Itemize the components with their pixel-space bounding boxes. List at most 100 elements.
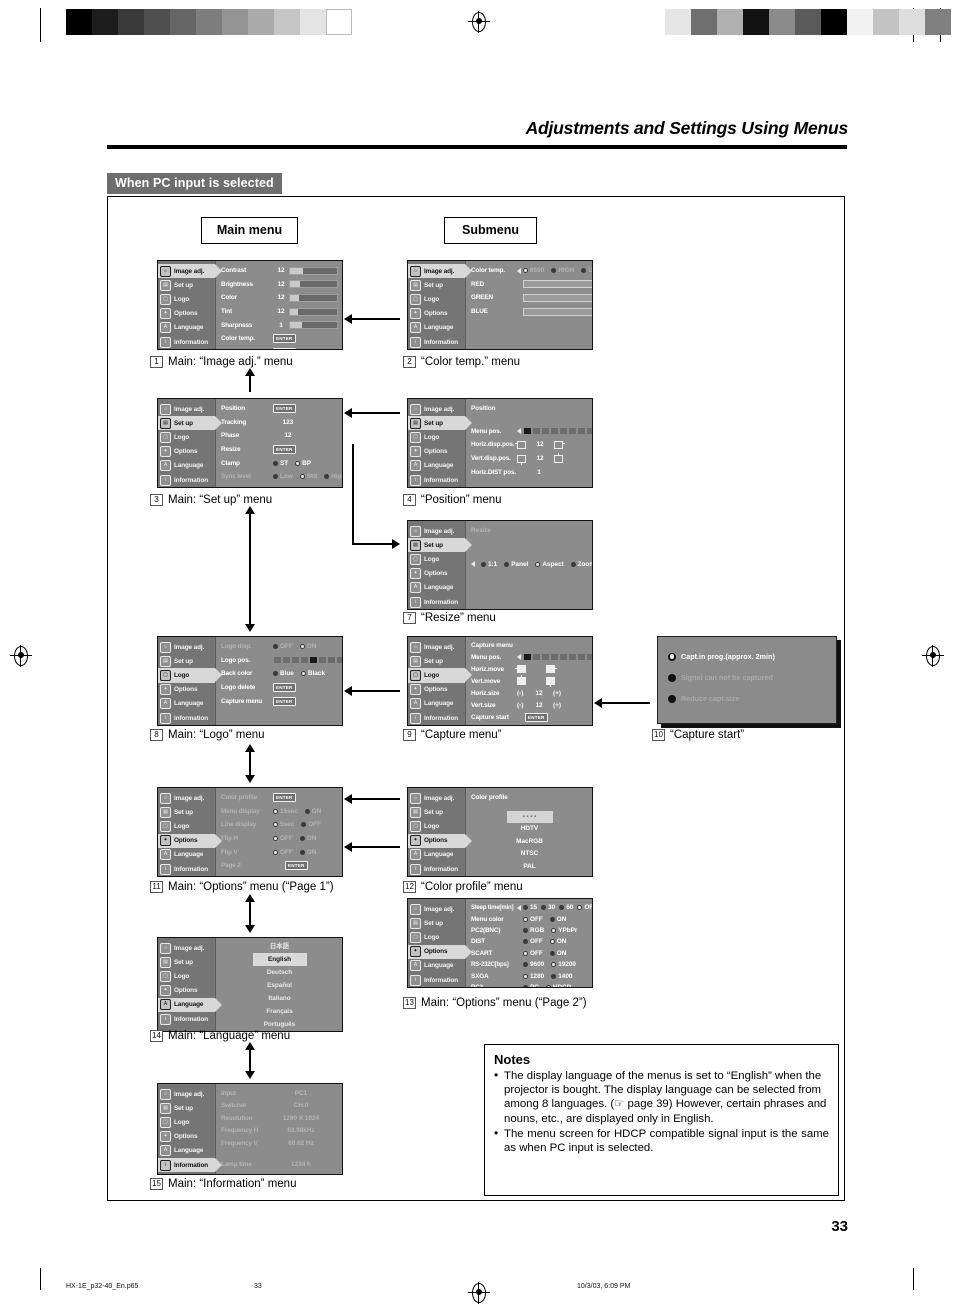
flip-v-option-on[interactable]: ON — [299, 849, 316, 856]
menu-row-logo-pos[interactable]: Logo pos. — [221, 654, 342, 668]
menu-row-phase[interactable]: Phase 12 — [221, 429, 342, 443]
menu-row-resize[interactable]: Resize ENTER — [221, 443, 342, 457]
menu-display-option-on[interactable]: ON — [304, 808, 321, 815]
sleep-option-off[interactable]: OFF — [577, 904, 592, 911]
sync-level-option-low[interactable]: Low — [273, 473, 293, 480]
sidebar-item-image-adj[interactable]: ☼ Image adj. — [158, 941, 215, 955]
enter-badge[interactable]: ENTER — [273, 404, 296, 414]
language-item-espanol[interactable]: Español — [221, 979, 338, 992]
menu-color-option-on[interactable]: ON — [549, 916, 566, 923]
sidebar-item-logo[interactable]: ▢ Logo — [158, 292, 215, 306]
sidebar-item-language[interactable]: A Language — [158, 697, 215, 711]
sidebar-item-language[interactable]: A Language — [408, 959, 465, 973]
sidebar-item-logo[interactable]: ▢ Logo — [408, 552, 465, 566]
back-color-option-blue[interactable]: Blue — [273, 670, 294, 677]
sidebar-item-logo[interactable]: ▢ Logo — [158, 969, 215, 983]
menu-display-option-15sec[interactable]: 15sec — [273, 808, 298, 815]
rs232c-option-9600[interactable]: 9600 — [523, 961, 544, 968]
increment-label[interactable]: (+) — [547, 702, 561, 709]
sidebar-item-options[interactable]: ✦ Options — [408, 944, 472, 959]
sidebar-item-logo[interactable]: ▢ Logo — [158, 430, 215, 444]
sidebar-item-options[interactable]: ✦ Options — [158, 1130, 215, 1144]
logo-position-slider[interactable] — [273, 656, 342, 665]
color-temp-option-user[interactable]: User — [581, 267, 592, 274]
sidebar-item-set-up[interactable]: ▤ Set up — [408, 278, 465, 292]
menu-row-menu-color[interactable]: Menu color OFF ON — [471, 913, 592, 924]
sidebar-item-options[interactable]: ✦ Options — [158, 984, 215, 998]
osd-options-page2-menu[interactable]: ☼ Image adj. ▤ Set up ▢ Logo ✦ Options A Lang… — [407, 898, 593, 988]
osd-language-menu[interactable]: ☼ Image adj. ▤ Set up ▢ Logo ✦ Options A Lang… — [157, 937, 343, 1032]
sidebar-item-options[interactable]: ✦ Options — [158, 445, 215, 459]
red-slider[interactable] — [523, 280, 592, 289]
sidebar-item-options[interactable]: ✦ Options — [158, 833, 222, 848]
sidebar-item-options[interactable]: ✦ Options — [408, 567, 465, 581]
sidebar-item-image-adj[interactable]: ☼ Image adj. — [408, 402, 465, 416]
left-arrow-icon[interactable] — [517, 267, 521, 274]
menu-row-pc2-bnc[interactable]: PC2(BNC) RGB YPbPr — [471, 925, 592, 936]
sidebar-item-set-up[interactable]: ▤ Set up — [158, 416, 222, 431]
resize-option-panel[interactable]: Panel — [504, 561, 528, 568]
tint-slider[interactable] — [289, 307, 338, 316]
sidebar-item-set-up[interactable]: ▤ Set up — [408, 416, 472, 431]
osd-position-menu[interactable]: ☼ Image adj. ▤ Set up ▢ Logo ✦ Options A Lang… — [407, 398, 593, 488]
sidebar-item-information[interactable]: i Information — [408, 473, 465, 487]
sidebar-item-set-up[interactable]: ▤ Set up — [408, 654, 465, 668]
menu-row-vert-size[interactable]: Vert.size (-) 12 (+) — [471, 699, 592, 711]
sidebar-item-language[interactable]: A Language — [408, 321, 465, 335]
sidebar-item-logo[interactable]: ▢ Logo — [158, 819, 215, 833]
sidebar-item-information[interactable]: i Information — [158, 862, 215, 876]
osd-information-menu[interactable]: ☼ Image adj. ▤ Set up ▢ Logo ✦ Options A Lang… — [157, 1083, 343, 1175]
logo-disp-option-off[interactable]: OFF — [273, 643, 293, 650]
sidebar-item-options[interactable]: ✦ Options — [408, 307, 465, 321]
language-item-deutsch[interactable]: Deutsch — [221, 966, 338, 979]
clamp-option-bp[interactable]: BP — [295, 460, 311, 467]
menu-row-logo-delete[interactable]: Logo delete ENTER — [221, 681, 342, 695]
menu-row-sharpness[interactable]: Sharpness 1 — [221, 318, 338, 332]
flip-h-option-on[interactable]: ON — [299, 835, 316, 842]
osd-options-page1-menu[interactable]: ☼ Image adj. ▤ Set up ▢ Logo ✦ Options A Lang… — [157, 787, 343, 877]
language-item-francais[interactable]: Français — [221, 1005, 338, 1018]
enter-badge[interactable]: ENTER — [273, 445, 296, 455]
menu-row-flip-h[interactable]: Flip H OFF ON — [221, 832, 338, 846]
sidebar-item-options[interactable]: ✦ Options — [158, 683, 215, 697]
menu-row-horiz-move[interactable]: Horiz.move — [471, 663, 592, 675]
menu-row-reset[interactable]: ResetENTER — [221, 346, 338, 349]
menu-row-back-color[interactable]: Back color Blue Black — [221, 667, 342, 681]
menu-row-brightness[interactable]: Brightness 12 — [221, 278, 338, 292]
sidebar-item-image-adj[interactable]: ☼ Image adj. — [158, 1087, 215, 1101]
sidebar-item-language[interactable]: A Language — [158, 321, 215, 335]
resize-options-row[interactable]: 1:1 Panel Aspect Zoom — [471, 558, 592, 572]
menu-row-horiz-dist-pos[interactable]: Horiz.DIST pos. 1 — [471, 465, 592, 479]
contrast-slider[interactable] — [289, 266, 338, 275]
osd-capture-menu[interactable]: ☼ Image adj. ▤ Set up ▢ Logo ✦ Options A Lang… — [407, 636, 593, 726]
sidebar-item-set-up[interactable]: ▤ Set up — [408, 538, 472, 553]
menu-row-sleep-time[interactable]: Sleep time[min] 15 30 60 OFF — [471, 902, 592, 913]
sidebar-item-options[interactable]: ✦ Options — [408, 445, 465, 459]
enter-badge[interactable]: ENTER — [273, 793, 296, 803]
rs232c-option-19200[interactable]: 19200 — [551, 961, 576, 968]
resize-option-aspect[interactable]: Aspect — [535, 561, 564, 568]
sidebar-item-language[interactable]: A Language — [408, 581, 465, 595]
scart-option-on[interactable]: ON — [549, 950, 566, 957]
brightness-slider[interactable] — [289, 280, 338, 289]
menu-row-menu-display[interactable]: Menu display 15sec ON — [221, 805, 338, 819]
sidebar-item-image-adj[interactable]: ☼ Image adj. — [408, 264, 472, 279]
sidebar-item-logo[interactable]: ▢ Logo — [158, 1115, 215, 1129]
osd-resize-menu[interactable]: ☼ Image adj. ▤ Set up ▢ Logo ✦ Options A Lang… — [407, 520, 593, 610]
move-right-icon[interactable] — [546, 665, 557, 673]
sidebar-item-image-adj[interactable]: ☼ Image adj. — [408, 902, 465, 916]
line-display-option-5sec[interactable]: 5sec — [273, 821, 294, 828]
move-left-icon[interactable] — [515, 440, 526, 449]
color-profile-item-macrgb[interactable]: MacRGB — [471, 836, 588, 849]
sidebar-item-set-up[interactable]: ▤ Set up — [158, 805, 215, 819]
sidebar-item-logo[interactable]: ▢ Logo — [408, 819, 465, 833]
menu-row-capture-start[interactable]: Capture start ENTER — [471, 711, 592, 723]
sxga-option-1400[interactable]: 1400 — [551, 973, 572, 980]
osd-set-up-menu[interactable]: ☼ Image adj. ▤ Set up ▢ Logo ✦ Options A Lang… — [157, 398, 343, 488]
sleep-option-15[interactable]: 15 — [523, 904, 537, 911]
menu-row-green[interactable]: GREEN — [471, 291, 592, 305]
flip-v-option-off[interactable]: OFF — [273, 849, 293, 856]
sync-level-option-high[interactable]: High — [324, 473, 342, 480]
move-up-icon[interactable] — [517, 675, 526, 685]
sharpness-slider[interactable] — [289, 321, 338, 330]
